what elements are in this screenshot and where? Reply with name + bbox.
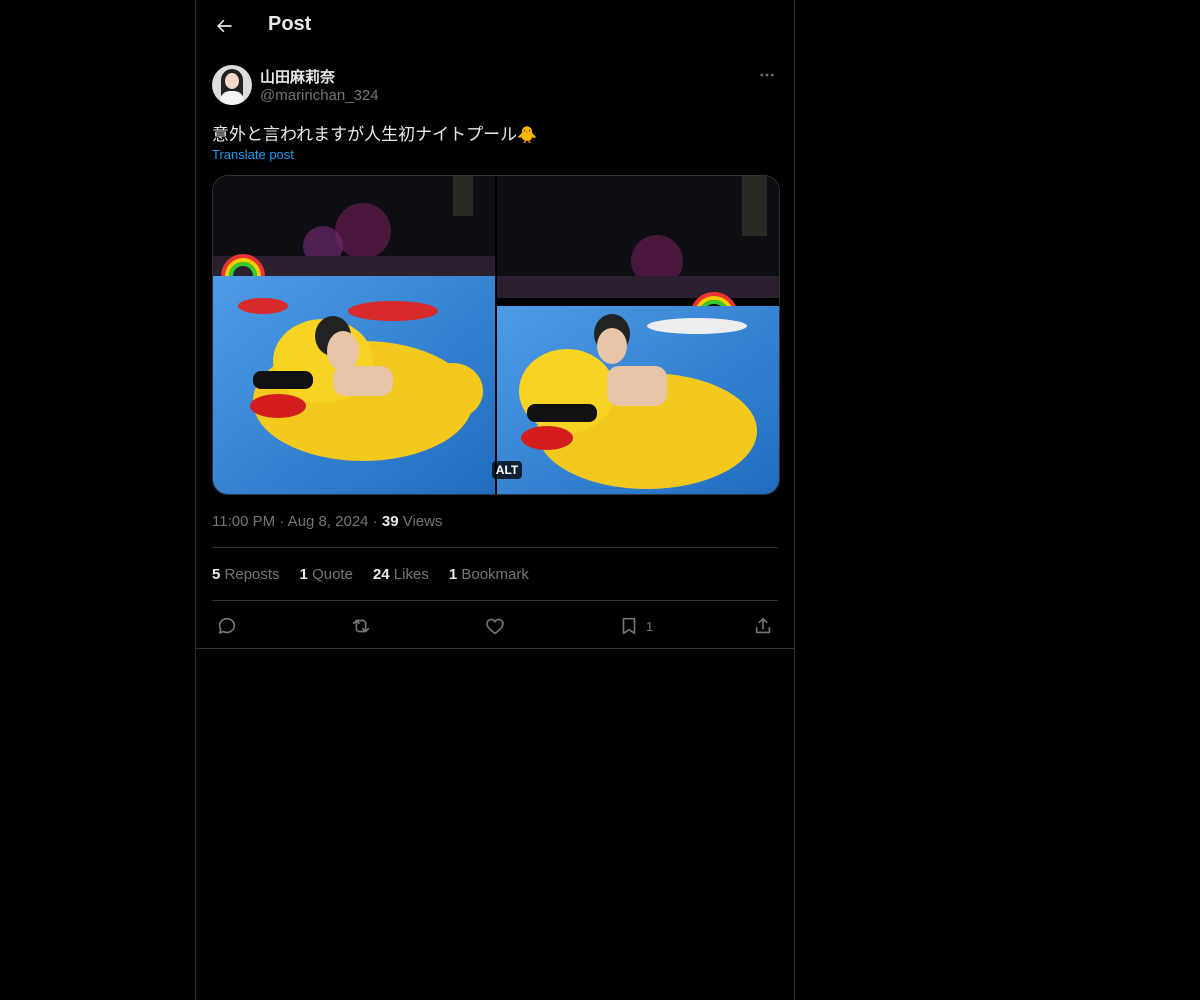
- bookmark-count: 1: [646, 618, 654, 634]
- repost-button[interactable]: [350, 612, 372, 640]
- post-text-body: 意外と言われますが人生初ナイトプール: [212, 125, 518, 144]
- meta-separator: ·: [372, 513, 378, 530]
- share-button[interactable]: [752, 612, 774, 640]
- post-text: 意外と言われますが人生初ナイトプール🐥: [212, 120, 537, 145]
- like-button[interactable]: [484, 612, 506, 640]
- post-date[interactable]: Aug 8, 2024: [288, 513, 369, 530]
- quotes-stat[interactable]: 1 Quote: [300, 566, 353, 583]
- views-label: Views: [402, 513, 443, 530]
- avatar[interactable]: [212, 65, 252, 105]
- share-icon: [755, 617, 771, 634]
- post-column: Post 山田麻莉奈 @maririchan_324 意外と言われますが人生初ナ…: [195, 0, 795, 1000]
- pool-photo-2[interactable]: [497, 176, 779, 494]
- post-meta: 11:00 PM · Aug 8, 2024 · 39 Views: [212, 513, 442, 530]
- back-button[interactable]: [212, 14, 236, 38]
- post-stats: 5 Reposts 1 Quote 24 Likes 1 Bookmark: [212, 566, 529, 583]
- translate-post-link[interactable]: Translate post: [212, 147, 294, 162]
- reposts-stat[interactable]: 5 Reposts: [212, 566, 280, 583]
- alt-text-badge[interactable]: ALT: [492, 461, 522, 479]
- author-display-name[interactable]: 山田麻莉奈: [260, 66, 335, 87]
- divider: [212, 547, 778, 548]
- back-arrow-icon: [217, 19, 232, 33]
- chick-emoji-icon: 🐥: [517, 127, 538, 144]
- bookmark-icon: [622, 617, 636, 635]
- more-button[interactable]: [758, 66, 778, 86]
- divider: [212, 600, 778, 601]
- bookmarks-stat[interactable]: 1 Bookmark: [449, 566, 529, 583]
- views-count: 39: [381, 513, 399, 530]
- author-handle[interactable]: @maririchan_324: [260, 87, 379, 104]
- more-icon: [760, 73, 774, 77]
- top-bar: Post: [196, 0, 794, 54]
- action-bar: 1: [212, 612, 778, 640]
- reply-icon: [218, 617, 236, 634]
- repost-icon: [352, 619, 370, 633]
- meta-separator: ·: [279, 513, 285, 530]
- pool-photo-1[interactable]: [213, 176, 495, 494]
- page-title: Post: [268, 13, 312, 35]
- like-icon: [486, 618, 504, 635]
- reply-button[interactable]: [216, 612, 238, 640]
- post-time[interactable]: 11:00 PM: [212, 513, 275, 530]
- divider: [196, 648, 794, 649]
- likes-stat[interactable]: 24 Likes: [373, 566, 429, 583]
- post-media: [212, 175, 780, 495]
- bookmark-button[interactable]: 1: [618, 612, 653, 640]
